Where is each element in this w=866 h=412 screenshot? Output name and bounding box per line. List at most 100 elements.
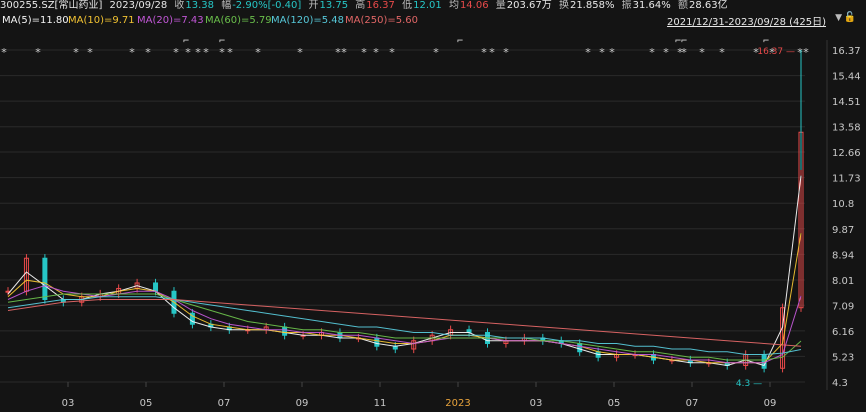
- event-star-marker: *: [503, 46, 509, 59]
- y-tick-label: 8.01: [832, 276, 854, 287]
- y-tick-label: 16.37: [832, 46, 861, 57]
- event-star-marker: *: [185, 46, 191, 59]
- close-label: 收: [174, 0, 185, 11]
- candle-body: [153, 282, 159, 292]
- x-tick-label: 09: [296, 398, 309, 409]
- x-tick-label: 03: [62, 398, 75, 409]
- candle-body: [42, 257, 48, 300]
- event-star-marker: *: [297, 46, 303, 59]
- event-flag-marker: ⌐: [219, 36, 225, 47]
- ma-line-2: [7, 233, 802, 364]
- change-label: 幅: [221, 0, 232, 11]
- open-label: 开: [308, 0, 319, 11]
- y-tick-label: 13.58: [832, 123, 861, 134]
- ma-line-6: [7, 299, 802, 347]
- avg-label: 均: [448, 0, 459, 11]
- x-tick-label: 05: [608, 398, 621, 409]
- y-tick-label: 8.94: [832, 250, 854, 261]
- amplitude-label: 振: [621, 0, 632, 11]
- quote-date: 2023/09/28: [109, 0, 168, 11]
- event-star-marker: *: [1, 46, 7, 59]
- kline-chart[interactable]: 16.37 15.44 14.51 13.58 12.66 11.73 10.8 9.87 8.…: [0, 30, 866, 412]
- volume-value: 203.67万: [506, 0, 552, 11]
- y-tick-label: 10.8: [832, 199, 854, 210]
- triangle-down-icon[interactable]: ▼: [835, 13, 842, 23]
- turnover-label: 换: [558, 0, 569, 11]
- x-tick-label: 07: [686, 398, 699, 409]
- change-value: -2.90%[-0.40]: [232, 0, 302, 11]
- event-star-marker: *: [203, 46, 209, 59]
- event-star-marker: *: [145, 46, 151, 59]
- event-star-marker: *: [585, 46, 591, 59]
- event-star-marker: *: [361, 46, 367, 59]
- event-flag-marker: ⌐: [763, 36, 769, 47]
- event-star-marker: *: [373, 46, 379, 59]
- event-star-marker: *: [699, 46, 705, 59]
- low-label: 低: [402, 0, 413, 11]
- ma120-label: MA(120)=5.48: [271, 15, 345, 26]
- x-tick-label: 05: [140, 398, 153, 409]
- low-value: 12.01: [413, 0, 442, 11]
- stock-code: 300255.SZ[常山药业]: [0, 0, 103, 11]
- event-flag-marker: ⌐: [183, 36, 189, 47]
- high-value: 16.37: [366, 0, 395, 11]
- event-flag-marker: ⌐: [457, 36, 463, 47]
- event-star-marker: *: [227, 46, 233, 59]
- candle-body: [282, 326, 288, 336]
- event-star-marker: *: [489, 46, 495, 59]
- candle-body: [374, 337, 380, 347]
- ma250-label: MA(250)=5.60: [345, 15, 419, 26]
- event-star-marker: *: [255, 46, 261, 59]
- y-tick-label: 5.23: [832, 352, 854, 363]
- turnover-value: 21.858%: [569, 0, 615, 11]
- amplitude-value: 31.64%: [632, 0, 671, 11]
- volume-label: 量: [495, 0, 506, 11]
- ma-line-3: [7, 285, 802, 364]
- x-tick-label: 2023: [445, 398, 470, 409]
- ma-line-4: [7, 293, 802, 361]
- amount-value: 28.63亿: [688, 0, 728, 11]
- avg-value: 14.06: [459, 0, 489, 11]
- x-tick-label: 03: [530, 398, 543, 409]
- event-star-marker: *: [129, 46, 135, 59]
- event-star-marker: *: [599, 46, 605, 59]
- date-range-selector[interactable]: 2021/12/31-2023/09/28 (425日): [667, 13, 826, 28]
- y-tick-label: 14.51: [832, 97, 861, 108]
- event-star-marker: *: [35, 46, 41, 59]
- event-star-marker: *: [803, 46, 809, 59]
- y-tick-label: 11.73: [832, 174, 861, 185]
- x-tick-label: 07: [218, 398, 231, 409]
- event-star-marker: *: [87, 46, 93, 59]
- event-star-marker: *: [663, 46, 669, 59]
- event-star-marker: *: [433, 46, 439, 59]
- y-tick-label: 15.44: [832, 72, 861, 83]
- low-annotation: 4.3 —: [736, 379, 762, 389]
- event-star-marker: *: [195, 46, 201, 59]
- ma60-label: MA(60)=5.79: [205, 15, 272, 26]
- event-star-marker: *: [73, 46, 79, 59]
- open-value: 13.75: [319, 0, 349, 11]
- event-star-marker: *: [719, 46, 725, 59]
- event-star-marker: *: [389, 46, 395, 59]
- event-star-marker: *: [219, 46, 225, 59]
- event-star-marker: *: [173, 46, 179, 59]
- ma5-label: MA(5)=11.80: [2, 15, 69, 26]
- ma10-label: MA(10)=9.71: [68, 15, 135, 26]
- high-annotation: 16.37 —: [757, 47, 795, 57]
- amount-label: 额: [677, 0, 688, 11]
- high-label: 高: [355, 0, 366, 11]
- event-star-marker: *: [681, 46, 687, 59]
- lock-icon[interactable]: 🔓: [844, 12, 856, 23]
- candle-body: [577, 342, 583, 353]
- event-star-marker: *: [481, 46, 487, 59]
- quote-info-bar: 300255.SZ[常山药业] 2023/09/28 收13.38 幅-2.90…: [0, 0, 866, 13]
- y-tick-label: 4.3: [832, 378, 848, 389]
- x-tick-label: 09: [764, 398, 777, 409]
- event-flag-marker: ⌐: [681, 36, 687, 47]
- close-value: 13.38: [185, 0, 215, 11]
- event-star-marker: *: [341, 46, 347, 59]
- y-tick-label: 9.87: [832, 225, 854, 236]
- y-tick-label: 12.66: [832, 148, 861, 159]
- event-star-marker: *: [609, 46, 615, 59]
- y-tick-label: 7.09: [832, 301, 854, 312]
